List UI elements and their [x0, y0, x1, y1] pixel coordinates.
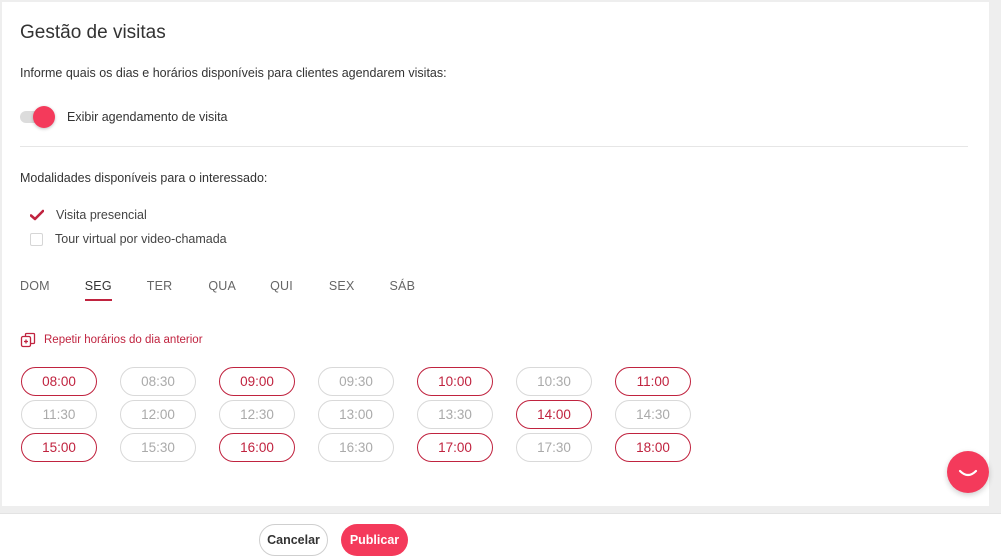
time-slot[interactable]: 12:30	[219, 400, 295, 429]
publish-button[interactable]: Publicar	[341, 524, 408, 556]
time-slot[interactable]: 16:00	[219, 433, 295, 462]
day-tabs: DOM SEG TER QUA QUI SEX SÁB	[20, 279, 416, 301]
time-slot[interactable]: 15:00	[21, 433, 97, 462]
time-slot[interactable]: 14:30	[615, 400, 691, 429]
page-subtitle: Informe quais os dias e horários disponí…	[20, 66, 447, 80]
footer-bar: Cancelar Publicar	[0, 513, 1001, 559]
time-slot[interactable]: 14:00	[516, 400, 592, 429]
toggle-thumb	[33, 106, 55, 128]
divider	[20, 146, 968, 147]
modality-in-person[interactable]: Visita presencial	[30, 208, 147, 222]
time-slot[interactable]: 10:00	[417, 367, 493, 396]
visit-management-card: Gestão de visitas Informe quais os dias …	[2, 2, 989, 506]
modality-virtual-tour[interactable]: Tour virtual por video-chamada	[30, 232, 227, 246]
tab-dom[interactable]: DOM	[20, 279, 50, 299]
toggle-label: Exibir agendamento de visita	[67, 110, 228, 124]
time-slot[interactable]: 11:30	[21, 400, 97, 429]
time-slot[interactable]: 16:30	[318, 433, 394, 462]
time-slot[interactable]: 08:30	[120, 367, 196, 396]
tab-qui[interactable]: QUI	[270, 279, 293, 299]
checkbox-empty[interactable]	[30, 232, 43, 246]
tab-sab[interactable]: SÁB	[390, 279, 416, 299]
page-title: Gestão de visitas	[20, 22, 166, 43]
time-slot[interactable]: 17:00	[417, 433, 493, 462]
modality-label: Tour virtual por video-chamada	[55, 232, 227, 246]
copy-icon	[20, 332, 36, 348]
repeat-previous-day-link[interactable]: Repetir horários do dia anterior	[20, 332, 203, 348]
time-slot[interactable]: 15:30	[120, 433, 196, 462]
checkmark-icon	[30, 208, 44, 222]
time-slot[interactable]: 09:30	[318, 367, 394, 396]
repeat-label: Repetir horários do dia anterior	[44, 334, 203, 346]
tab-sex[interactable]: SEX	[329, 279, 355, 299]
time-slot[interactable]: 11:00	[615, 367, 691, 396]
modality-label: Visita presencial	[56, 208, 147, 222]
tab-qua[interactable]: QUA	[208, 279, 236, 299]
chat-widget-button[interactable]	[947, 451, 989, 493]
time-slot[interactable]: 17:30	[516, 433, 592, 462]
tab-seg[interactable]: SEG	[84, 279, 112, 301]
toggle-row: Exibir agendamento de visita	[20, 105, 228, 129]
modalities-title: Modalidades disponíveis para o interessa…	[20, 171, 268, 185]
show-scheduling-toggle[interactable]	[20, 105, 58, 129]
time-slot[interactable]: 13:00	[318, 400, 394, 429]
tab-ter[interactable]: TER	[147, 279, 173, 299]
time-slot[interactable]: 18:00	[615, 433, 691, 462]
time-slot-grid: 08:00 08:30 09:00 09:30 10:00 10:30 11:00 11:30…	[21, 367, 691, 462]
cancel-button[interactable]: Cancelar	[259, 524, 328, 556]
time-slot[interactable]: 13:30	[417, 400, 493, 429]
chat-icon	[958, 469, 978, 477]
time-slot[interactable]: 10:30	[516, 367, 592, 396]
time-slot[interactable]: 12:00	[120, 400, 196, 429]
time-slot[interactable]: 08:00	[21, 367, 97, 396]
time-slot[interactable]: 09:00	[219, 367, 295, 396]
